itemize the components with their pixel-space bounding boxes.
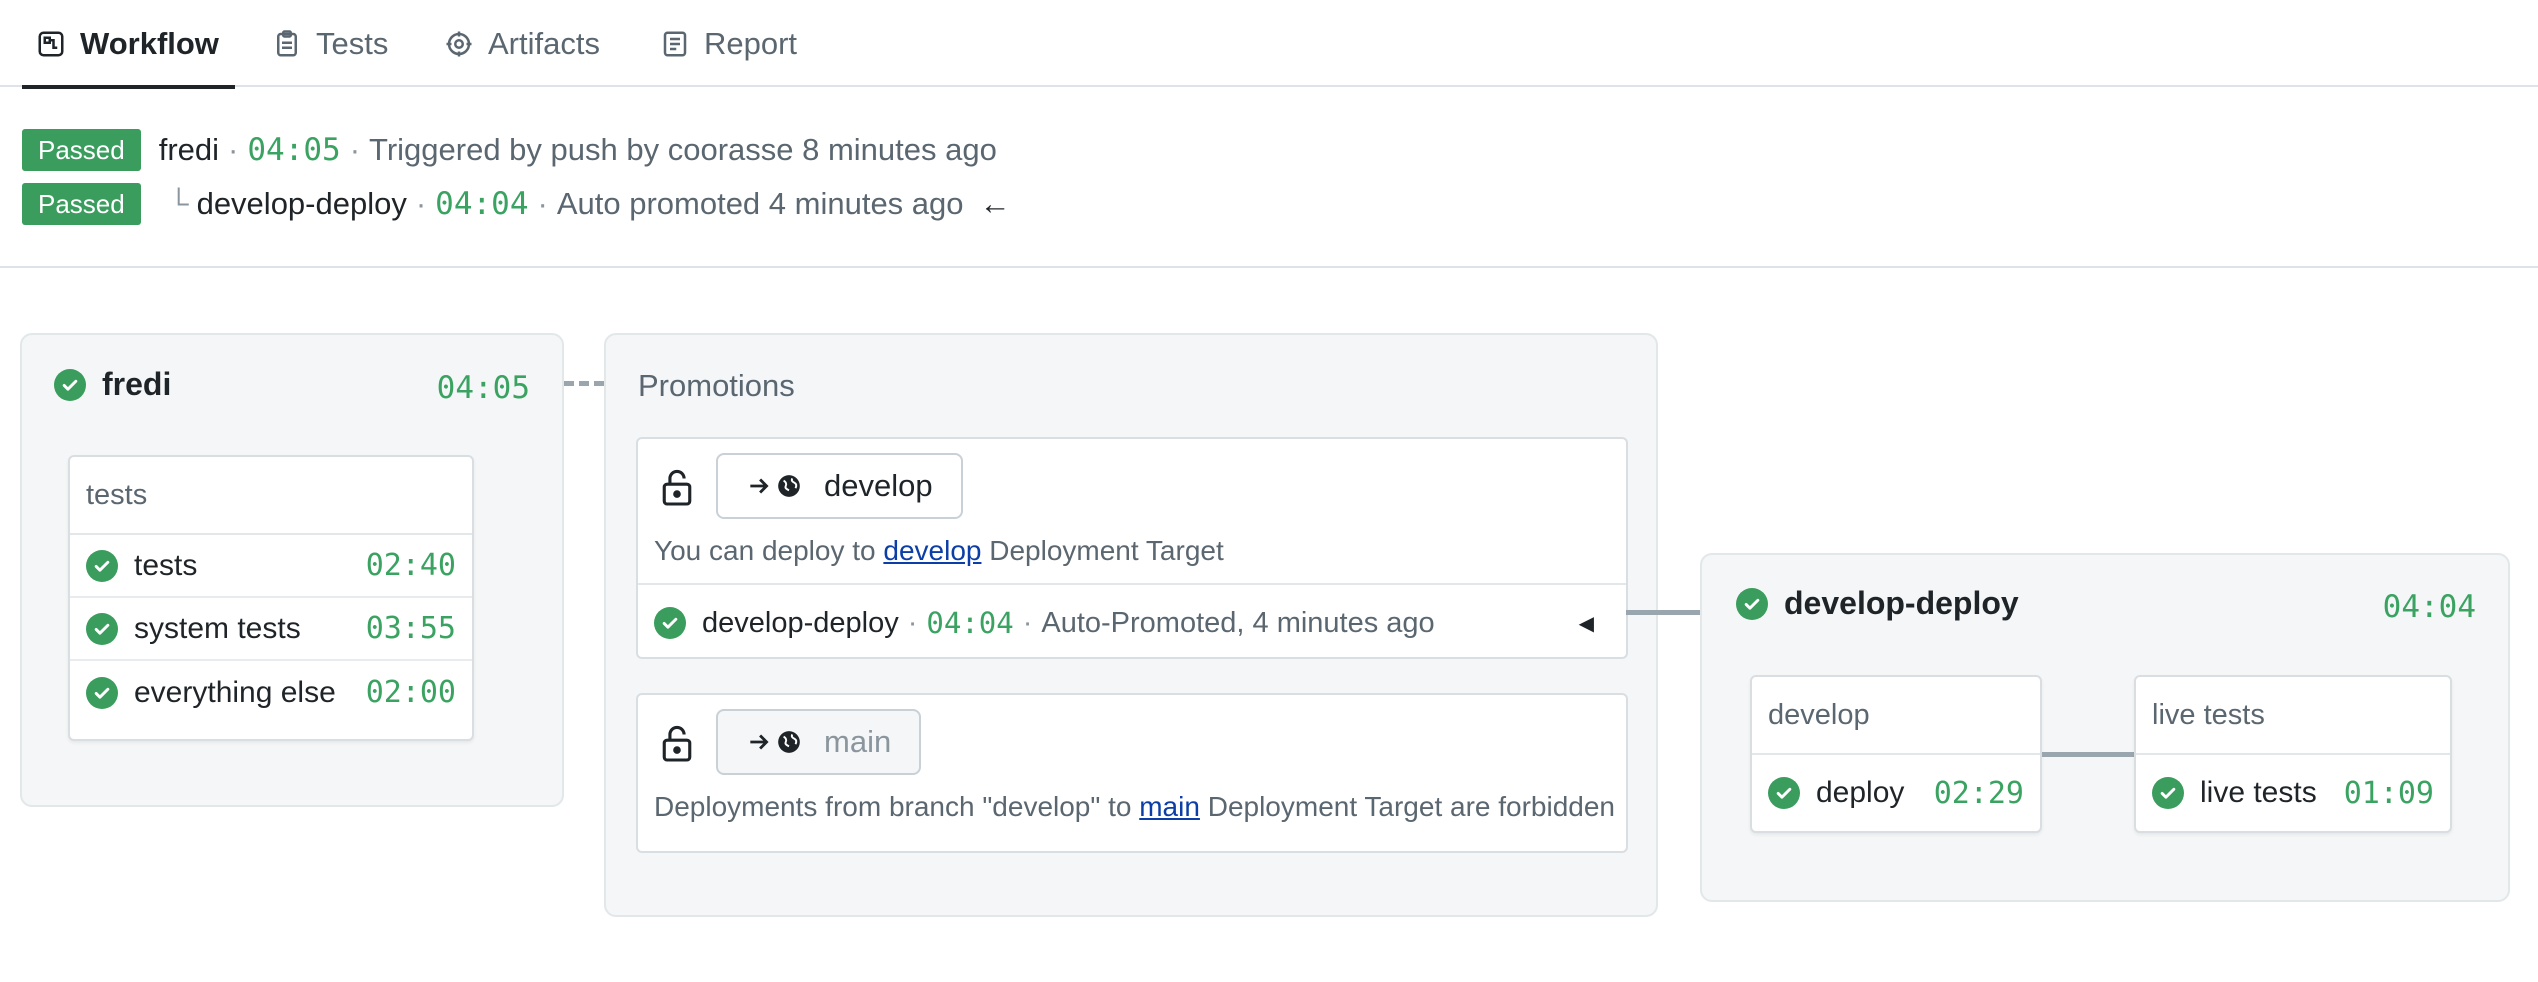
pipeline-panel-fredi: fredi 04:05 tests tests 02:40 system tes… bbox=[20, 333, 564, 807]
status-badge: Passed bbox=[22, 129, 141, 171]
pipeline-time: 04:04 bbox=[2382, 589, 2476, 625]
job-row[interactable]: system tests 03:55 bbox=[70, 598, 472, 661]
target-name: develop bbox=[824, 468, 933, 503]
pipeline-panel-develop-deploy: develop-deploy 04:04 develop deploy 02:2… bbox=[1700, 553, 2510, 902]
caret-left-icon[interactable]: ◀ bbox=[1579, 611, 1594, 636]
job-name: deploy bbox=[1816, 776, 1905, 809]
promotion-link[interactable]: develop-deploy bbox=[197, 186, 407, 222]
promotion-run-time: 04:04 bbox=[926, 606, 1014, 640]
block-develop: develop deploy 02:29 bbox=[1750, 675, 2042, 833]
separator-dot: · bbox=[228, 132, 239, 167]
separator-dot: · bbox=[907, 606, 918, 639]
job-row[interactable]: live tests 01:09 bbox=[2136, 755, 2450, 831]
separator-dot: · bbox=[1022, 606, 1033, 639]
job-row[interactable]: everything else 02:00 bbox=[70, 661, 472, 724]
separator-dot: · bbox=[349, 132, 361, 167]
report-icon bbox=[663, 31, 687, 56]
status-badge: Passed bbox=[22, 183, 141, 225]
check-icon bbox=[86, 612, 118, 645]
check-icon bbox=[86, 549, 118, 582]
globe-icon bbox=[778, 731, 800, 753]
job-row[interactable]: deploy 02:29 bbox=[1752, 755, 2040, 831]
job-time: 01:09 bbox=[2343, 775, 2434, 811]
promotions-title: Promotions bbox=[638, 368, 795, 403]
pipeline-name: fredi bbox=[102, 366, 172, 402]
pipeline-title[interactable]: fredi bbox=[54, 366, 171, 403]
trigger-text: Triggered by push by coorasse 8 minutes … bbox=[369, 132, 997, 167]
block-title: live tests bbox=[2136, 677, 2450, 755]
promote-develop-button[interactable]: develop bbox=[716, 453, 963, 519]
check-icon bbox=[54, 368, 86, 401]
tab-workflow-label: Workflow bbox=[80, 25, 219, 61]
divider bbox=[0, 266, 2538, 268]
check-icon bbox=[2152, 777, 2184, 809]
check-icon bbox=[86, 676, 118, 709]
promotion-text: Auto promoted 4 minutes ago bbox=[556, 186, 964, 221]
job-time: 02:29 bbox=[1933, 775, 2024, 811]
job-time: 02:00 bbox=[365, 675, 456, 710]
promotion-run-text: Auto-Promoted, 4 minutes ago bbox=[1041, 606, 1435, 639]
promotion-run-row[interactable]: develop-deploy · 04:04 · Auto-Promoted, … bbox=[638, 583, 1626, 661]
promotion-text: You can deploy to bbox=[654, 535, 876, 566]
pipeline-title[interactable]: develop-deploy bbox=[1736, 585, 2019, 622]
promotion-text: Deployment Target are forbidden bbox=[1207, 791, 1616, 822]
job-name: live tests bbox=[2200, 776, 2317, 809]
promotion-description: Deployments from branch "develop" to mai… bbox=[654, 791, 1615, 823]
promotion-card-develop: develop You can deploy to develop Deploy… bbox=[636, 437, 1628, 659]
promotion-description: You can deploy to develop Deployment Tar… bbox=[654, 535, 1224, 567]
check-icon bbox=[1736, 587, 1768, 620]
deployment-target-link[interactable]: main bbox=[1139, 791, 1200, 822]
clipboard-icon bbox=[277, 29, 297, 56]
separator-dot: · bbox=[415, 186, 427, 221]
job-time: 02:40 bbox=[365, 548, 456, 583]
tab-artifacts[interactable]: Artifacts bbox=[444, 0, 600, 87]
tree-branch-glyph: └ bbox=[168, 188, 189, 219]
workflow-icon bbox=[38, 31, 64, 56]
arrow-right-icon bbox=[750, 478, 769, 494]
unlock-icon bbox=[662, 469, 692, 506]
block-tests: tests tests 02:40 system tests 03:55 eve… bbox=[68, 455, 474, 741]
arrow-right-icon bbox=[750, 734, 769, 750]
job-name: system tests bbox=[134, 611, 301, 645]
artifacts-icon bbox=[446, 31, 472, 56]
tab-report[interactable]: Report bbox=[660, 0, 797, 87]
promotion-card-main: main Deployments from branch "develop" t… bbox=[636, 693, 1628, 853]
arrow-left-icon[interactable]: ← bbox=[980, 186, 1011, 222]
block-title: develop bbox=[1752, 677, 2040, 755]
job-row[interactable]: tests 02:40 bbox=[70, 535, 472, 598]
promotions-panel: Promotions develop You can deploy to dev… bbox=[604, 333, 1658, 917]
unlock-icon bbox=[662, 725, 692, 762]
tab-tests-label: Tests bbox=[316, 25, 389, 61]
check-icon bbox=[1768, 777, 1800, 809]
dashed-connector bbox=[564, 381, 604, 386]
promotion-text: Deployments from branch "develop" to bbox=[654, 791, 1132, 822]
block-title: tests bbox=[70, 457, 472, 535]
pipeline-time: 04:05 bbox=[436, 370, 530, 406]
promotion-text: Deployment Target bbox=[989, 535, 1224, 566]
check-icon bbox=[654, 607, 686, 639]
promotion-duration: 04:04 bbox=[435, 186, 529, 222]
job-name: tests bbox=[134, 548, 198, 582]
pipeline-duration: 04:05 bbox=[247, 132, 341, 168]
tab-artifacts-label: Artifacts bbox=[488, 25, 600, 61]
promotion-connector bbox=[1626, 610, 1700, 615]
separator-dot: · bbox=[537, 186, 548, 221]
block-connector bbox=[2042, 752, 2134, 757]
tab-report-label: Report bbox=[704, 25, 798, 61]
target-name: main bbox=[824, 724, 892, 759]
deployment-target-link[interactable]: develop bbox=[883, 535, 981, 566]
globe-icon bbox=[778, 475, 800, 497]
workflow-status-line: Passed fredi · 04:05 · Triggered by push… bbox=[22, 129, 997, 171]
pipeline-name: develop-deploy bbox=[1784, 585, 2019, 621]
block-live-tests: live tests live tests 01:09 bbox=[2134, 675, 2452, 833]
pipeline-link[interactable]: fredi bbox=[159, 132, 219, 168]
job-time: 03:55 bbox=[365, 611, 456, 646]
tab-workflow[interactable]: Workflow bbox=[22, 0, 235, 89]
promotion-run-name[interactable]: develop-deploy bbox=[702, 607, 899, 640]
job-name: everything else bbox=[134, 675, 336, 709]
promotion-status-line: Passed └ develop-deploy · 04:04 · Auto p… bbox=[22, 183, 1011, 225]
promote-main-button: main bbox=[716, 709, 922, 775]
tab-bar: Workflow Tests Artifacts Report bbox=[0, 0, 2538, 89]
tab-tests[interactable]: Tests bbox=[272, 0, 388, 87]
